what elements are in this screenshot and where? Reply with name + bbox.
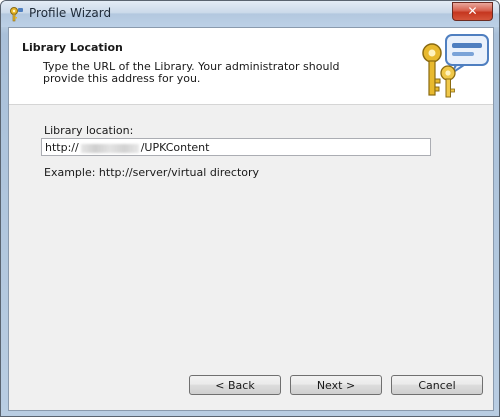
- next-button[interactable]: Next >: [290, 375, 382, 395]
- cancel-button[interactable]: Cancel: [391, 375, 483, 395]
- url-suffix: /UPKContent: [140, 141, 210, 154]
- title-bar: Profile Wizard ✕: [1, 1, 499, 27]
- keys-icon: [10, 7, 23, 22]
- redacted-host: [80, 143, 139, 153]
- close-button[interactable]: ✕: [452, 2, 493, 21]
- profile-wizard-window: Profile Wizard ✕ Library Location Type t…: [0, 0, 500, 417]
- window-title: Profile Wizard: [29, 6, 112, 20]
- library-location-label: Library location:: [44, 124, 134, 137]
- library-location-input[interactable]: http:// /UPKContent: [41, 138, 431, 156]
- url-prefix: http://: [45, 141, 79, 154]
- example-hint: Example: http://server/virtual directory: [44, 166, 260, 179]
- wizard-header-panel: Library Location Type the URL of the Lib…: [9, 28, 493, 105]
- page-description: Type the URL of the Library. Your admini…: [43, 60, 340, 85]
- wizard-client-area: Library Location Type the URL of the Lib…: [8, 27, 494, 411]
- back-button[interactable]: < Back: [189, 375, 281, 395]
- keys-speech-bubble-icon: [422, 34, 489, 98]
- page-title: Library Location: [22, 41, 123, 54]
